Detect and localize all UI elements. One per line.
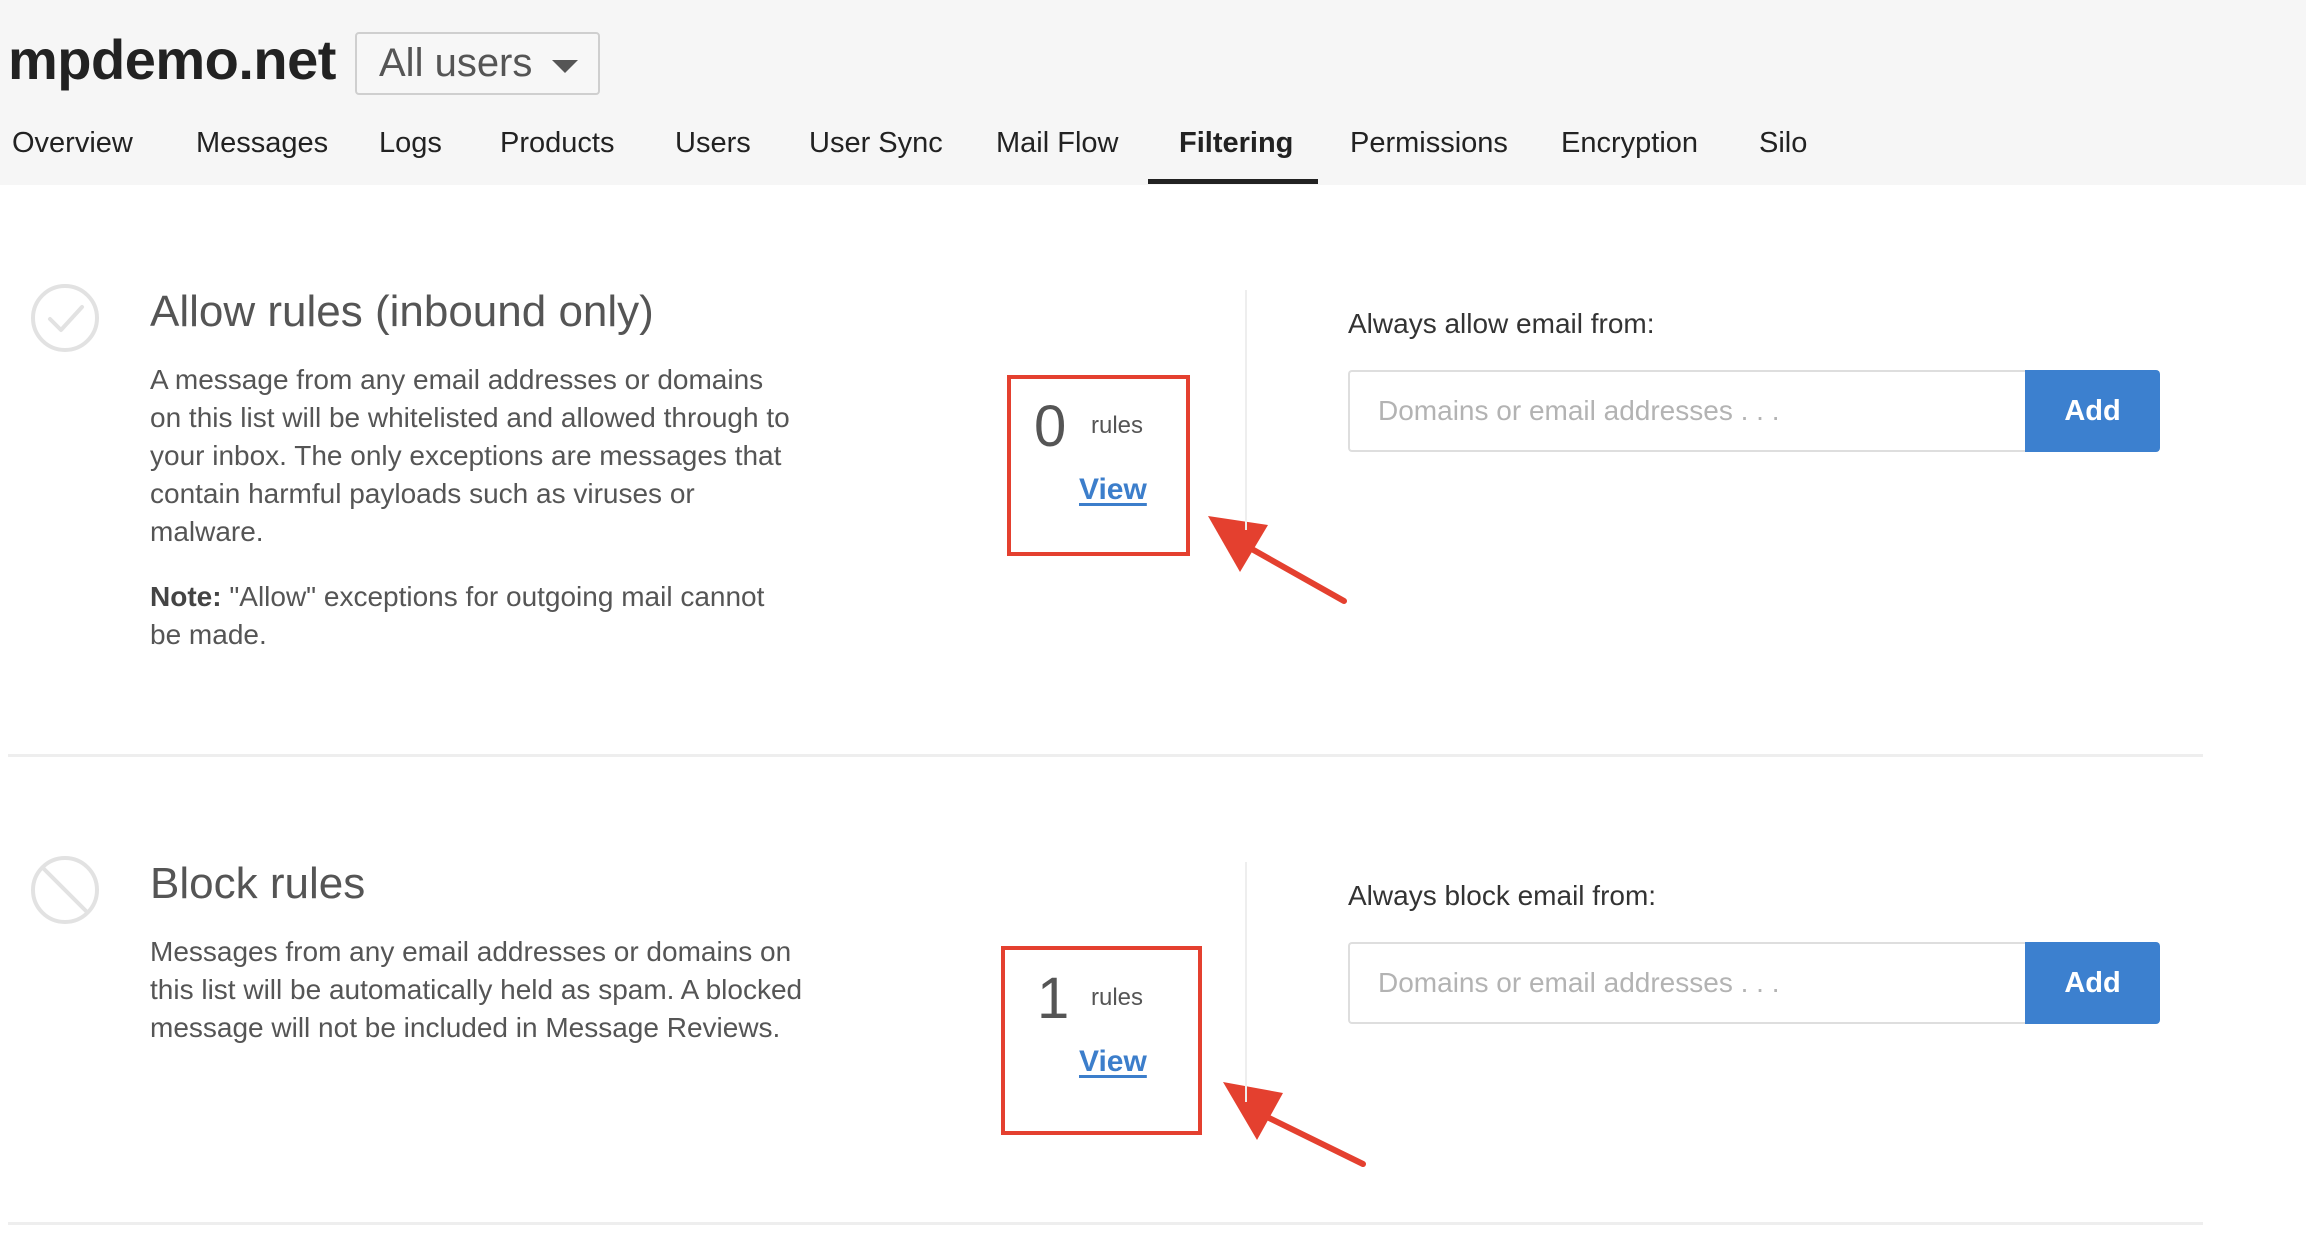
tab-silo[interactable]: Silo [1759, 110, 1807, 185]
allow-add-button[interactable]: Add [2025, 370, 2160, 452]
domain-name-title: mpdemo.net [8, 28, 336, 91]
check-circle-icon [31, 284, 99, 352]
tab-overview[interactable]: Overview [12, 110, 133, 185]
block-add-button[interactable]: Add [2025, 942, 2160, 1024]
block-rules-description: Messages from any email addresses or dom… [150, 936, 803, 1043]
section-divider [8, 1222, 2203, 1225]
tab-encryption[interactable]: Encryption [1561, 110, 1698, 185]
tab-users[interactable]: Users [675, 110, 751, 185]
nav-tabs: Overview Messages Logs Products Users Us… [0, 110, 1900, 185]
note-text: "Allow" exceptions for outgoing mail can… [150, 581, 765, 650]
block-rules-count-unit: rules [1091, 984, 1144, 1011]
block-rules-view-link[interactable]: View [1079, 1045, 1147, 1079]
tab-filtering[interactable]: Filtering [1179, 110, 1293, 185]
allow-rules-count-unit: rules [1091, 412, 1144, 439]
allow-field-label: Always allow email from: [1348, 308, 1655, 339]
tab-permissions[interactable]: Permissions [1350, 110, 1508, 185]
allow-rules-description: A message from any email addresses or do… [150, 364, 790, 547]
block-circle-icon [31, 856, 99, 924]
block-rules-title: Block rules [150, 859, 366, 908]
note-label: Note: [150, 581, 222, 612]
tab-mail-flow[interactable]: Mail Flow [996, 110, 1118, 185]
allow-email-input[interactable] [1348, 370, 2025, 452]
block-field-label: Always block email from: [1348, 880, 1657, 911]
block-rules-count-highlight [1001, 946, 1202, 1135]
caret-down-icon [552, 60, 578, 73]
allow-rules-title: Allow rules (inbound only) [150, 287, 654, 336]
allow-rules-count: 0 [1034, 394, 1067, 459]
allow-rules-view-link[interactable]: View [1079, 473, 1147, 507]
section-divider [8, 754, 2203, 757]
arrow-annotation-icon [1223, 1082, 1366, 1167]
arrow-annotation-icon [1208, 516, 1347, 604]
allow-rules-note: Note: "Allow" exceptions for outgoing ma… [150, 578, 790, 654]
top-header: mpdemo.net All users Overview Messages L… [0, 0, 2306, 185]
allow-section-separator [1245, 290, 1247, 530]
block-section-separator [1245, 862, 1247, 1102]
tab-messages[interactable]: Messages [196, 110, 328, 185]
block-email-input[interactable] [1348, 942, 2025, 1024]
active-tab-indicator [1148, 179, 1318, 184]
user-filter-selected-value: All users [379, 41, 533, 85]
user-filter-dropdown[interactable]: All users [355, 32, 600, 95]
block-rules-count: 1 [1037, 966, 1070, 1031]
tab-products[interactable]: Products [500, 110, 614, 185]
tab-user-sync[interactable]: User Sync [809, 110, 943, 185]
tab-logs[interactable]: Logs [379, 110, 442, 185]
